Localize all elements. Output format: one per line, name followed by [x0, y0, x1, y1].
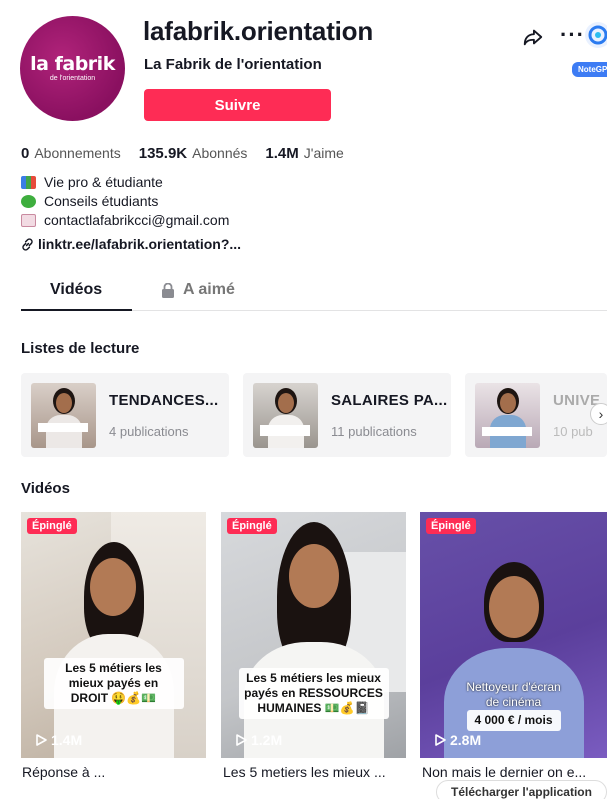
view-count: 1.4M [35, 732, 82, 748]
playlist-count: 11 publications [331, 423, 417, 439]
view-count: 2.8M [434, 732, 481, 748]
likes-label: J'aime [303, 145, 344, 161]
following-stat[interactable]: 0 Abonnements [21, 145, 121, 162]
video-overlay-text: Les 5 métiers les mieux payés en DROIT 🤑… [43, 658, 184, 709]
bio-line-1: Vie pro & étudiante [44, 174, 163, 190]
profile-avatar[interactable]: la fabrik de l'orientation [20, 16, 125, 121]
video-caption[interactable]: Réponse à ... [22, 764, 105, 780]
likes-count: 1.4M [265, 145, 299, 162]
view-count: 1.2M [235, 732, 282, 748]
avatar-logo-text: la fabrik [30, 53, 115, 75]
playlist-card[interactable]: UNIVE 10 pub [465, 373, 607, 457]
more-options-icon[interactable]: ··· [560, 22, 585, 48]
video-card[interactable]: Épinglé Les 5 métiers les mieux payés en… [221, 512, 406, 758]
followers-label: Abonnés [192, 145, 248, 161]
clover-icon [21, 195, 36, 208]
pinned-badge: Épinglé [227, 518, 277, 534]
videos-heading: Vidéos [21, 480, 70, 497]
notegpt-badge[interactable]: NoteGP [572, 62, 607, 77]
notegpt-extension-icon[interactable] [585, 22, 607, 48]
playlist-count: 4 publications [109, 423, 189, 439]
playlist-card[interactable]: TENDANCES... 4 publications [21, 373, 229, 457]
play-icon [236, 734, 247, 746]
likes-stat: 1.4M J'aime [265, 145, 343, 162]
profile-link-text: linktr.ee/lafabrik.orientation?... [38, 236, 242, 252]
pinned-badge: Épinglé [426, 518, 476, 534]
bio-email: contactlafabrikcci@gmail.com [44, 212, 230, 228]
followers-count: 135.9K [138, 145, 188, 162]
playlist-thumbnail [31, 382, 96, 448]
play-icon [435, 734, 446, 746]
video-caption[interactable]: Les 5 metiers les mieux ... [223, 764, 386, 780]
share-icon[interactable] [522, 26, 544, 48]
playlists-heading: Listes de lecture [21, 340, 140, 357]
avatar-logo-subtext: de l'orientation [49, 75, 96, 82]
video-overlay-title: Nettoyeur d'écran de cinéma [466, 680, 561, 709]
profile-stats: 0 Abonnements 135.9K Abonnés 1.4M J'aime [21, 145, 344, 162]
playlist-title: SALAIRES PA... [331, 391, 448, 409]
play-icon [36, 734, 47, 746]
profile-bio: Vie pro & étudiante Conseils étudiants c… [21, 173, 229, 230]
download-app-button[interactable]: Télécharger l'application [436, 780, 607, 799]
video-overlay-text: 4 000 € / mois [466, 710, 561, 731]
love-letter-icon [21, 214, 36, 227]
follow-button[interactable]: Suivre [144, 89, 331, 121]
followers-stat[interactable]: 135.9K Abonnés [139, 145, 248, 162]
playlist-thumbnail [475, 382, 540, 448]
following-label: Abonnements [34, 145, 121, 161]
video-overlay-text: Les 5 métiers les mieux payés en RESSOUR… [238, 668, 389, 719]
bio-line-2: Conseils étudiants [44, 193, 159, 209]
link-icon [22, 237, 33, 251]
profile-tabs: Vidéos A aimé [21, 275, 607, 311]
tab-liked[interactable]: A aimé [161, 281, 235, 299]
tab-liked-label: A aimé [183, 281, 235, 298]
video-caption[interactable]: Non mais le dernier on e... [422, 764, 586, 780]
pinned-badge: Épinglé [27, 518, 77, 534]
video-card[interactable]: Épinglé Nettoyeur d'écran de cinéma 4 00… [420, 512, 607, 758]
tab-videos[interactable]: Vidéos [50, 281, 102, 299]
chevron-right-icon[interactable]: › [590, 403, 607, 425]
active-tab-indicator [21, 309, 132, 311]
playlist-card[interactable]: SALAIRES PA... 11 publications [243, 373, 451, 457]
view-count-value: 1.4M [51, 732, 83, 748]
lock-icon [162, 282, 174, 298]
profile-username: lafabrik.orientation [143, 16, 374, 46]
profile-link[interactable]: linktr.ee/lafabrik.orientation?... [21, 236, 241, 252]
view-count-value: 2.8M [450, 732, 482, 748]
playlist-thumbnail [253, 382, 318, 448]
following-count: 0 [21, 145, 30, 162]
playlist-count: 10 pub [553, 423, 593, 439]
profile-nickname: La Fabrik de l'orientation [144, 56, 322, 73]
view-count-value: 1.2M [251, 732, 283, 748]
video-card[interactable]: Épinglé Les 5 métiers les mieux payés en… [21, 512, 206, 758]
playlist-title: TENDANCES... [109, 391, 219, 409]
books-icon [21, 176, 36, 189]
